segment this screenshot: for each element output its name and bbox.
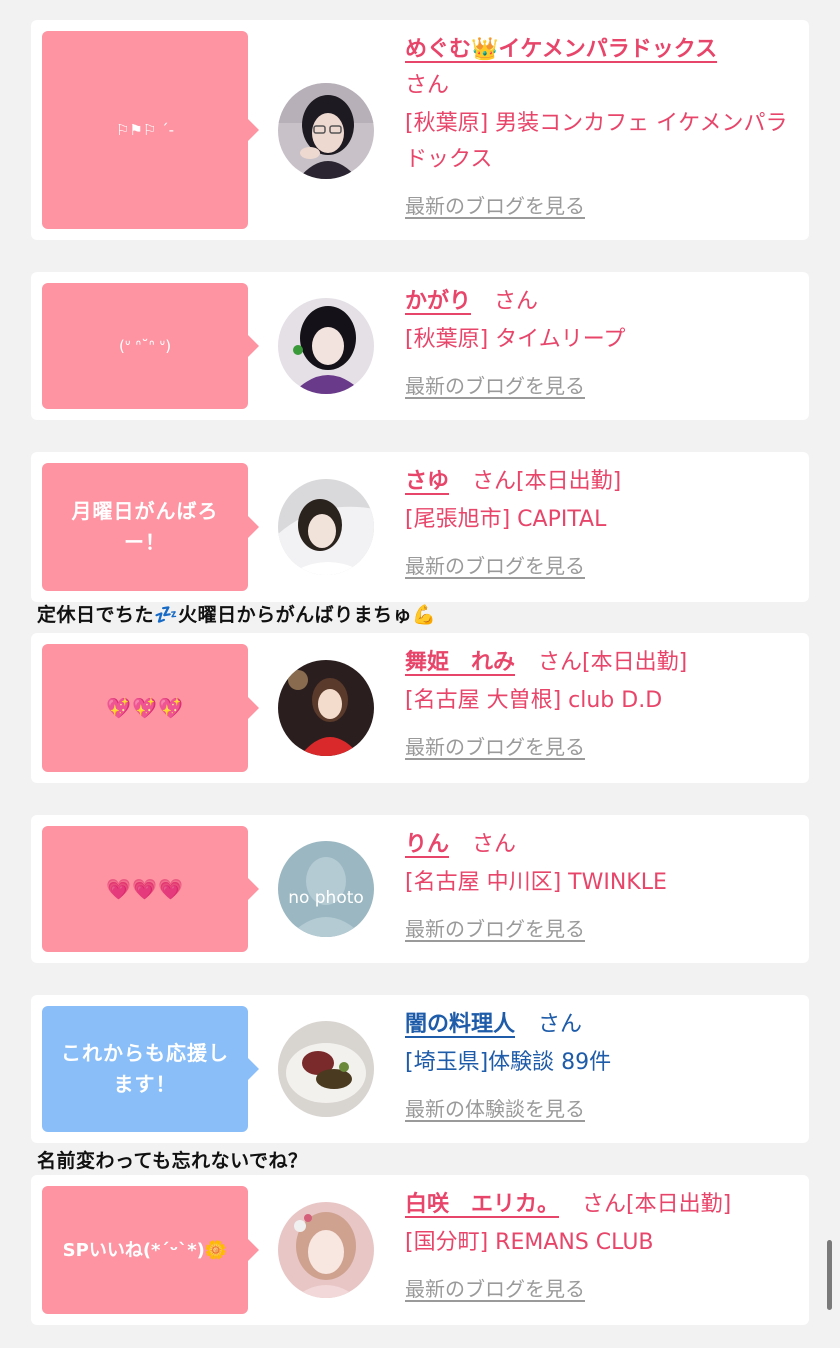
avatar[interactable] (278, 660, 374, 756)
no-photo-text: no photo (288, 888, 364, 908)
latest-blog-link[interactable]: 最新のブログを見る (405, 190, 585, 219)
comment-text: SPいいね(*´ᵕ`*)🌼 (62, 1239, 228, 1261)
entry-info: 白咲 エリカ。 さん[本日出勤] [国分町] REMANS CLUB 最新のブロ… (405, 1187, 789, 1302)
shop-info: [尾張旭市] CAPITAL (405, 507, 607, 532)
shop-info: [秋葉原] タイムリープ (405, 327, 626, 352)
comment-bubble: 💖💖💖 (42, 644, 259, 772)
cast-name-link[interactable]: 白咲 エリカ。 (405, 1192, 559, 1217)
comment-text: これからも応援します！ (61, 1041, 229, 1096)
blog-caption: 名前変わっても忘れないでね？ (37, 1150, 308, 1172)
shop-info: [埼玉県]体験談 89件 (405, 1050, 612, 1075)
list-item: (ᐡ ᐢ˘ᐢ ᐡ) かがり さん [秋葉原] タイムリープ 最新のブログを見る (31, 272, 809, 420)
shop-info: [秋葉原] 男装コンカフェ イケメンパラドックス (405, 111, 788, 172)
entry-info: りん さん [名古屋 中川区] TWINKLE 最新のブログを見る (405, 827, 789, 942)
name-line: 闇の料理人 さん (405, 1007, 789, 1043)
shop-info: [名古屋 大曽根] club D.D (405, 688, 663, 713)
list-item: 月曜日がんばろー！ さゆ さん[本日出勤] [尾張旭市] CAPITAL 最新の… (31, 452, 809, 602)
avatar[interactable] (278, 1202, 374, 1298)
scrollbar[interactable] (827, 1240, 832, 1310)
name-line: かがり さん (405, 284, 789, 320)
on-duty-badge: [本日出勤] (516, 469, 622, 494)
cast-name-link[interactable]: かがり (405, 289, 471, 314)
comment-text: (ᐡ ᐢ˘ᐢ ᐡ) (118, 336, 172, 355)
list-item: ⚐⚑⚐ ˊ- めぐむ👑イケメンパラドックス さん [秋葉原] 男装コンカフェ イ… (31, 20, 809, 240)
entry-info: さゆ さん[本日出勤] [尾張旭市] CAPITAL 最新のブログを見る (405, 464, 789, 579)
honorific: さん (538, 1012, 583, 1037)
on-duty-badge: [本日出勤] (626, 1192, 732, 1217)
avatar[interactable] (278, 1021, 374, 1117)
avatar[interactable] (278, 479, 374, 575)
comment-bubble: SPいいね(*´ᵕ`*)🌼 (42, 1186, 259, 1314)
name-line: 白咲 エリカ。 さん[本日出勤] (405, 1187, 789, 1223)
shop-info: [名古屋 中川区] TWINKLE (405, 870, 667, 895)
cast-name-link[interactable]: めぐむ👑イケメンパラドックス (405, 37, 717, 62)
honorific: さん (538, 650, 583, 675)
comment-bubble: (ᐡ ᐢ˘ᐢ ᐡ) (42, 283, 259, 409)
list-item: SPいいね(*´ᵕ`*)🌼 白咲 エリカ。 さん[本日出勤] [国分町] REM… (31, 1175, 809, 1325)
avatar[interactable] (278, 298, 374, 394)
honorific: さん (472, 469, 517, 494)
name-line: さゆ さん[本日出勤] (405, 464, 789, 500)
blog-caption: 定休日でちた💤火曜日からがんばりまちゅ💪 (37, 604, 437, 626)
comment-text: ⚐⚑⚐ ˊ- (115, 120, 175, 139)
latest-blog-link[interactable]: 最新のブログを見る (405, 370, 585, 399)
comment-bubble: 💗💗💗 (42, 826, 259, 952)
comment-text: 💗💗💗 (106, 876, 184, 901)
latest-blog-link[interactable]: 最新のブログを見る (405, 913, 585, 942)
name-line-suffix: さん (405, 68, 789, 104)
cast-name-link[interactable]: りん (405, 832, 449, 857)
comment-text: 💖💖💖 (106, 695, 184, 720)
name-line: 舞姫 れみ さん[本日出勤] (405, 645, 789, 681)
honorific: さん (405, 73, 450, 98)
comment-bubble: ⚐⚑⚐ ˊ- (42, 31, 259, 229)
on-duty-badge: [本日出勤] (582, 650, 688, 675)
avatar[interactable]: no photo (278, 841, 374, 937)
latest-blog-link[interactable]: 最新のブログを見る (405, 550, 585, 579)
list-item: これからも応援します！ 闇の料理人 さん [埼玉県]体験談 89件 最新の体験談… (31, 995, 809, 1143)
comment-bubble: 月曜日がんばろー！ (42, 463, 259, 591)
cast-name-link[interactable]: さゆ (405, 469, 449, 494)
latest-blog-link[interactable]: 最新のブログを見る (405, 1273, 585, 1302)
name-line: りん さん (405, 827, 789, 863)
latest-review-link[interactable]: 最新の体験談を見る (405, 1093, 585, 1122)
shop-info: [国分町] REMANS CLUB (405, 1230, 654, 1255)
comment-text: 月曜日がんばろー！ (71, 499, 219, 554)
comment-bubble: これからも応援します！ (42, 1006, 259, 1132)
entry-info: 闇の料理人 さん [埼玉県]体験談 89件 最新の体験談を見る (405, 1007, 789, 1122)
entry-info: 舞姫 れみ さん[本日出勤] [名古屋 大曽根] club D.D 最新のブログ… (405, 645, 789, 760)
list-item: 💗💗💗 no photo りん さん [名古屋 中川区] TWINKLE 最新の… (31, 815, 809, 963)
entry-info: かがり さん [秋葉原] タイムリープ 最新のブログを見る (405, 284, 789, 399)
name-line: めぐむ👑イケメンパラドックス (405, 32, 789, 68)
avatar[interactable] (278, 83, 374, 179)
blog-feed: ⚐⚑⚐ ˊ- めぐむ👑イケメンパラドックス さん [秋葉原] 男装コンカフェ イ… (0, 0, 840, 1348)
honorific: さん (582, 1192, 627, 1217)
cast-name-link[interactable]: 舞姫 れみ (405, 650, 515, 675)
honorific: さん (472, 832, 517, 857)
latest-blog-link[interactable]: 最新のブログを見る (405, 731, 585, 760)
reviewer-name-link[interactable]: 闇の料理人 (405, 1012, 515, 1037)
entry-info: めぐむ👑イケメンパラドックス さん [秋葉原] 男装コンカフェ イケメンパラドッ… (405, 32, 789, 219)
honorific: さん (494, 289, 539, 314)
list-item: 💖💖💖 舞姫 れみ さん[本日出勤] [名古屋 大曽根] club D.D 最新… (31, 633, 809, 783)
